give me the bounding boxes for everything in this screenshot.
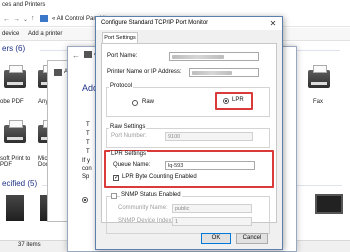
port-name-label: Port Name:: [107, 53, 138, 59]
dialog-title: Configure Standard TCP/IP Port Monitor: [101, 20, 209, 26]
snmp-device-index-label: SNMP Device Index:: [118, 218, 174, 224]
forward-arrow-icon[interactable]: →: [13, 16, 20, 23]
wizard-radio[interactable]: [82, 197, 88, 203]
port-name-input[interactable]: [169, 52, 259, 61]
lpr-settings-title: LPR Settings: [110, 151, 148, 157]
queue-name-label: Queue Name:: [113, 162, 151, 168]
wizard-line: Sp: [82, 174, 90, 180]
fax-printer-icon[interactable]: [308, 65, 330, 88]
byte-counting-label[interactable]: LPR Byte Counting Enabled: [122, 174, 197, 180]
wizard-line: T: [86, 140, 90, 146]
printer-name-input[interactable]: [189, 68, 259, 77]
up-arrow-icon[interactable]: ↑: [31, 15, 35, 22]
back-arrow-icon[interactable]: ←: [3, 16, 10, 23]
snmp-device-index-input[interactable]: 1: [172, 217, 252, 226]
control-panel-icon: [40, 15, 48, 22]
add-printer-button[interactable]: Add a printer: [28, 31, 62, 37]
port-name-value: [172, 54, 224, 59]
queue-name-input[interactable]: lq-593: [165, 161, 255, 170]
window-title: ces and Printers: [2, 2, 46, 8]
device-button[interactable]: device: [2, 31, 19, 37]
community-name-input[interactable]: public: [172, 204, 252, 213]
printer-name-value: [192, 70, 232, 75]
wizard-line: con: [82, 166, 92, 172]
device-label[interactable]: Fax: [313, 99, 323, 105]
raw-settings-title: Raw Settings: [109, 124, 147, 130]
cancel-button[interactable]: Cancel: [236, 233, 268, 244]
snmp-group: [106, 196, 270, 234]
wizard-line: T: [86, 131, 90, 137]
close-icon[interactable]: ✕: [268, 19, 278, 28]
snmp-enabled-checkbox[interactable]: [111, 193, 117, 199]
port-number-input[interactable]: 9100: [165, 132, 253, 141]
lpr-radio-label[interactable]: LPR: [232, 97, 244, 103]
chevron-down-icon[interactable]: ⌄: [23, 16, 28, 23]
protocol-group-title: Protocol: [109, 83, 134, 89]
raw-radio-label[interactable]: Raw: [142, 99, 154, 105]
wizard-line: If y: [82, 158, 91, 164]
port-settings-panel: Port Name: Printer Name or IP Address: P…: [101, 43, 277, 234]
printers-section-heading: ers (6): [2, 44, 26, 53]
raw-radio[interactable]: [132, 100, 138, 106]
printer-icon[interactable]: [4, 65, 26, 88]
community-name-label: Community Name:: [118, 205, 168, 211]
port-number-label: Port Number:: [111, 133, 147, 139]
items-count: 37 items: [18, 242, 41, 248]
printer-icon: [54, 69, 62, 76]
printer-name-label: Printer Name or IP Address:: [107, 69, 182, 75]
wizard-line: T: [86, 149, 90, 155]
printer-icon[interactable]: [4, 120, 26, 143]
dialog-titlebar: Configure Standard TCP/IP Port Monitor ✕: [96, 17, 282, 30]
snmp-enabled-label[interactable]: SNMP Status Enabled: [120, 192, 182, 198]
lpr-radio[interactable]: [223, 98, 229, 104]
byte-counting-checkbox[interactable]: ✓: [113, 175, 119, 181]
back-arrow-icon[interactable]: ←: [72, 51, 80, 60]
ok-button[interactable]: OK: [201, 233, 231, 244]
computer-tower-icon[interactable]: [6, 195, 24, 221]
printer-icon: [84, 51, 92, 58]
wizard-line: T: [86, 122, 90, 128]
window-titlebar: ces and Printers: [0, 0, 350, 12]
configure-port-dialog: Configure Standard TCP/IP Port Monitor ✕…: [95, 16, 283, 250]
device-label[interactable]: obe PDF: [0, 99, 24, 105]
unspecified-section-heading: ecified (5): [2, 179, 38, 188]
monitor-icon[interactable]: [315, 194, 343, 214]
device-label[interactable]: soft Print to PDF: [0, 156, 30, 168]
